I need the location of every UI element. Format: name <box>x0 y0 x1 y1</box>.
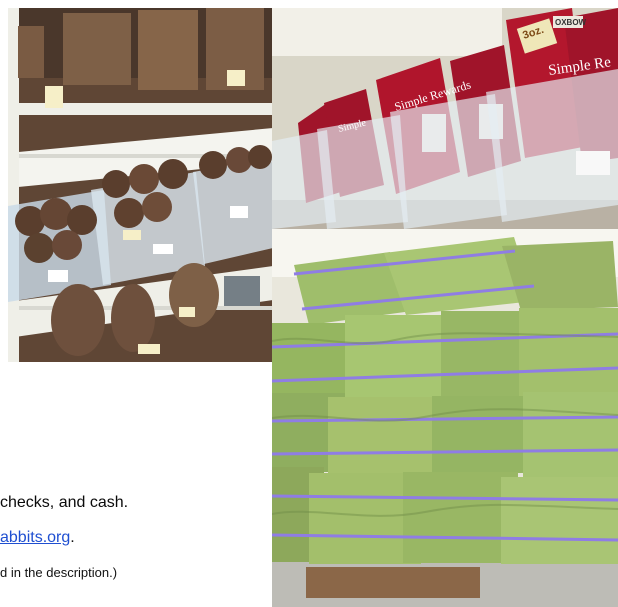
woven-ball <box>40 198 72 230</box>
pallet <box>306 567 480 598</box>
shelf-photo-art <box>8 8 273 362</box>
bin-label <box>230 206 248 218</box>
hay-bale <box>519 308 618 396</box>
hay-photo <box>272 229 618 607</box>
woven-ball <box>158 159 188 189</box>
bin <box>486 69 618 222</box>
bin-label <box>153 244 173 254</box>
price-tag <box>45 86 63 108</box>
basket <box>138 10 198 90</box>
hay-bale <box>328 397 445 473</box>
website-link[interactable]: abbits.org <box>0 529 70 546</box>
website-period: . <box>70 529 75 546</box>
shelf-post <box>8 8 19 362</box>
basket <box>51 284 105 356</box>
website-line: abbits.org. <box>0 530 75 546</box>
description-text: d in the description.) <box>0 565 118 580</box>
price-tag <box>227 70 245 86</box>
woven-ball <box>199 151 227 179</box>
woven-ball <box>67 205 97 235</box>
woven-ball <box>102 170 130 198</box>
shelf-photo <box>8 8 273 362</box>
basket <box>111 284 155 352</box>
hay-bale <box>501 477 618 564</box>
woven-ball <box>226 147 252 173</box>
tray <box>224 276 260 306</box>
treats-photo-art: 3oz. OXBOW Simple Re Simple Rewards Simp… <box>272 8 618 229</box>
hay-photo-art <box>272 229 618 607</box>
woven-ball <box>24 233 54 263</box>
bin-label <box>48 270 68 282</box>
hay-bale <box>403 472 518 563</box>
woven-ball <box>114 198 144 228</box>
hay-bale <box>502 241 618 311</box>
price-tag <box>123 230 141 240</box>
price-tag <box>138 344 160 354</box>
hay-bale <box>345 315 456 401</box>
upper-wall <box>272 8 502 56</box>
woven-ball <box>129 164 159 194</box>
hay-bale <box>523 392 618 478</box>
woven-ball <box>142 192 172 222</box>
hay-bales <box>272 237 618 564</box>
basket <box>63 13 131 85</box>
basket <box>18 26 44 78</box>
treats-photo: 3oz. OXBOW Simple Re Simple Rewards Simp… <box>272 8 618 229</box>
payment-text: checks, and cash. <box>0 494 129 511</box>
price-tag <box>179 307 195 317</box>
package-brand: OXBOW <box>555 18 587 27</box>
basket <box>169 263 219 327</box>
woven-ball <box>52 230 82 260</box>
woven-ball <box>248 145 272 169</box>
bin-label <box>576 151 610 175</box>
